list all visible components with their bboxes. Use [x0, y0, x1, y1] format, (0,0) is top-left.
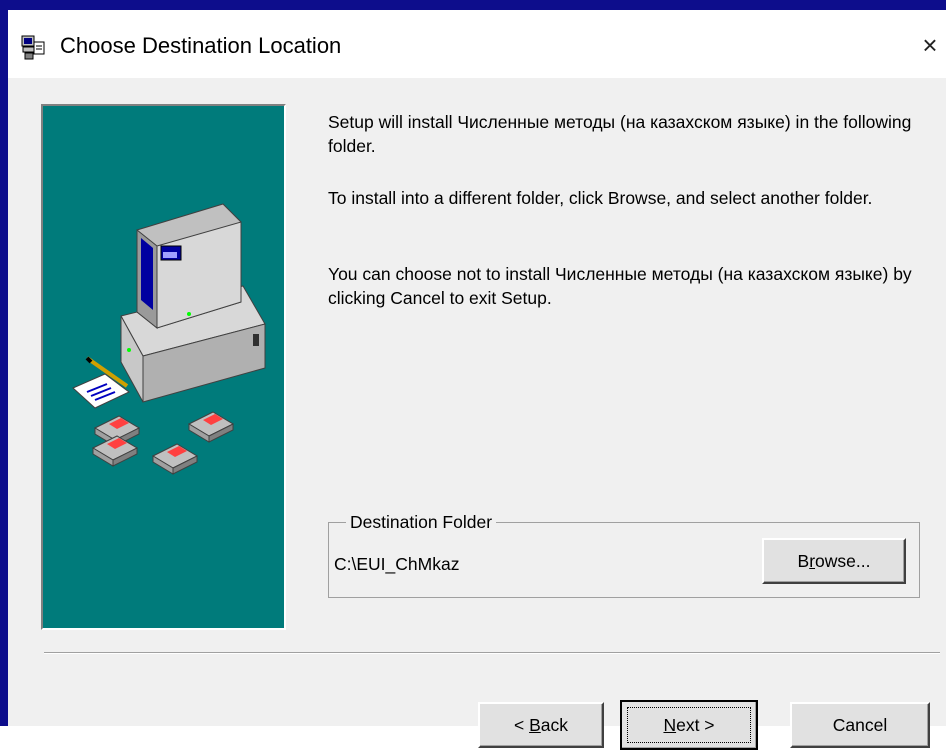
window-title: Choose Destination Location: [60, 33, 342, 58]
destination-folder-label: Destination Folder: [346, 510, 497, 534]
window-frame-top: [0, 0, 946, 10]
back-label-suffix: ack: [540, 715, 568, 735]
back-accelerator: B: [529, 715, 541, 735]
browse-button[interactable]: Browse...: [762, 538, 906, 584]
focus-rectangle: [627, 707, 751, 743]
computer-illustration: [72, 203, 266, 475]
back-button[interactable]: < Back: [478, 702, 604, 748]
browse-label-suffix: owse...: [815, 551, 871, 571]
close-icon[interactable]: ×: [916, 30, 944, 60]
destination-path: C:\EUI_ChMkaz: [334, 554, 460, 574]
cancel-button[interactable]: Cancel: [790, 702, 930, 748]
next-button[interactable]: Next >: [620, 700, 758, 750]
back-label-prefix: <: [513, 715, 530, 735]
dialog-body: Setup will install Численные методы (на …: [8, 78, 946, 750]
setup-illustration-panel: [41, 104, 286, 630]
browse-instructions: To install into a different folder, clic…: [328, 188, 873, 208]
cancel-instructions: You can choose not to install Численные …: [328, 264, 912, 308]
browse-label-prefix: B: [797, 551, 810, 571]
title-bar[interactable]: Choose Destination Location ×: [8, 10, 946, 78]
install-description: Setup will install Численные методы (на …: [328, 112, 912, 156]
window-frame-left: [0, 10, 8, 726]
installer-icon: [20, 32, 48, 60]
button-separator-highlight: [44, 653, 940, 654]
